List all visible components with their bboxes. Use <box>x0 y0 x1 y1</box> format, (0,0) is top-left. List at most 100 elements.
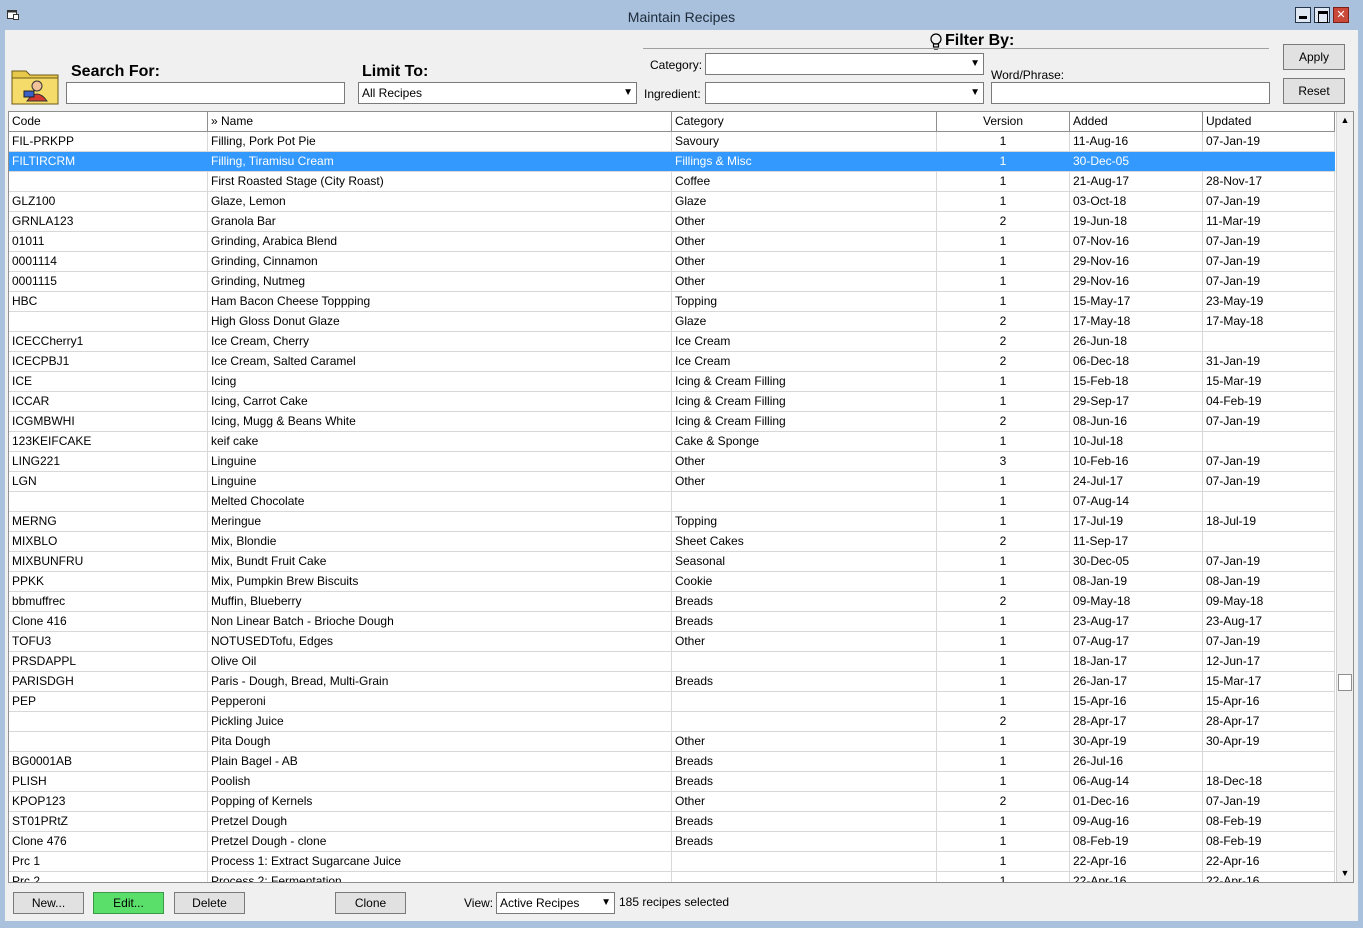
cell-code <box>9 712 208 731</box>
cell-updated: 07-Jan-19 <box>1203 272 1335 291</box>
table-row[interactable]: LING221 Linguine Other 3 10-Feb-16 07-Jan-19 <box>9 452 1335 472</box>
table-row[interactable]: ICGMBWHI Icing, Mugg & Beans White Icing &… <box>9 412 1335 432</box>
table-row[interactable]: Melted Chocolate 1 07-Aug-14 <box>9 492 1335 512</box>
table-row[interactable]: Pita Dough Other 1 30-Apr-19 30-Apr-19 <box>9 732 1335 752</box>
cell-updated: 17-May-18 <box>1203 312 1335 331</box>
cell-category <box>672 652 937 671</box>
table-row[interactable]: FIL-PRKPP Filling, Pork Pot Pie Savoury 1 11… <box>9 132 1335 152</box>
table-row[interactable]: MERNG Meringue Topping 1 17-Jul-19 18-Jul-19 <box>9 512 1335 532</box>
delete-button[interactable]: Delete <box>174 892 245 914</box>
column-header-added[interactable]: Added <box>1070 112 1203 131</box>
cell-added: 07-Aug-14 <box>1070 492 1203 511</box>
table-row[interactable]: 0001115 Grinding, Nutmeg Other 1 29-Nov-16 07… <box>9 272 1335 292</box>
table-row[interactable]: LGN Linguine Other 1 24-Jul-17 07-Jan-19 <box>9 472 1335 492</box>
clone-button[interactable]: Clone <box>335 892 406 914</box>
scroll-down-icon[interactable]: ▼ <box>1337 865 1353 882</box>
table-row[interactable]: ICECPBJ1 Ice Cream, Salted Caramel Ice Cre… <box>9 352 1335 372</box>
table-row[interactable]: TOFU3 NOTUSEDTofu, Edges Other 1 07-Aug-17 07… <box>9 632 1335 652</box>
title-bar[interactable]: Maintain Recipes <box>0 0 1363 30</box>
cell-updated: 07-Jan-19 <box>1203 792 1335 811</box>
cell-version: 2 <box>937 712 1070 731</box>
column-header-version[interactable]: Version <box>937 112 1070 131</box>
word-phrase-input[interactable] <box>991 82 1270 104</box>
scroll-up-icon[interactable]: ▲ <box>1337 112 1353 129</box>
reset-button[interactable]: Reset <box>1283 78 1345 104</box>
cell-added: 11-Aug-16 <box>1070 132 1203 151</box>
cell-updated <box>1203 752 1335 771</box>
edit-button[interactable]: Edit... <box>93 892 164 914</box>
table-row[interactable]: PRSDAPPL Olive Oil 1 18-Jan-17 12-Jun-17 <box>9 652 1335 672</box>
cell-added: 30-Dec-05 <box>1070 152 1203 171</box>
cell-version: 1 <box>937 272 1070 291</box>
cell-name: Meringue <box>208 512 672 531</box>
cell-version: 2 <box>937 592 1070 611</box>
recipes-table: Code » Name Category Version Added Updat… <box>8 111 1354 883</box>
cell-code: FIL-PRKPP <box>9 132 208 151</box>
cell-category: Savoury <box>672 132 937 151</box>
chevron-down-icon: ▼ <box>970 87 980 98</box>
ingredient-dropdown[interactable]: ▼ <box>705 82 984 104</box>
table-row[interactable]: High Gloss Donut Glaze Glaze 2 17-May-18 17-… <box>9 312 1335 332</box>
table-row[interactable]: HBC Ham Bacon Cheese Toppping Topping 1 15-M… <box>9 292 1335 312</box>
table-row[interactable]: Clone 416 Non Linear Batch - Brioche Doug… <box>9 612 1335 632</box>
table-row[interactable]: Prc 2 Process 2: Fermentation 1 22-Apr-16 22… <box>9 872 1335 882</box>
table-row[interactable]: ICE Icing Icing & Cream Filling 1 15-Feb-18 1… <box>9 372 1335 392</box>
cell-updated: 31-Jan-19 <box>1203 352 1335 371</box>
table-row[interactable]: PEP Pepperoni 1 15-Apr-16 15-Apr-16 <box>9 692 1335 712</box>
table-row[interactable]: ST01PRtZ Pretzel Dough Breads 1 09-Aug-16 08-… <box>9 812 1335 832</box>
column-header-updated[interactable]: Updated <box>1203 112 1335 131</box>
cell-version: 1 <box>937 152 1070 171</box>
maximize-button[interactable] <box>1314 7 1330 23</box>
cell-code: HBC <box>9 292 208 311</box>
close-button[interactable] <box>1333 7 1349 23</box>
table-row[interactable]: Prc 1 Process 1: Extract Sugarcane Juice 1… <box>9 852 1335 872</box>
table-row[interactable]: KPOP123 Popping of Kernels Other 2 01-Dec-16… <box>9 792 1335 812</box>
new-button[interactable]: New... <box>13 892 84 914</box>
cell-updated: 07-Jan-19 <box>1203 252 1335 271</box>
table-row[interactable]: PARISDGH Paris - Dough, Bread, Multi-Grai… <box>9 672 1335 692</box>
cell-category: Other <box>672 212 937 231</box>
cell-updated: 07-Jan-19 <box>1203 192 1335 211</box>
table-row[interactable]: MIXBUNFRU Mix, Bundt Fruit Cake Seasonal 1 3… <box>9 552 1335 572</box>
table-row[interactable]: BG0001AB Plain Bagel - AB Breads 1 26-Jul-16 <box>9 752 1335 772</box>
cell-name: Filling, Pork Pot Pie <box>208 132 672 151</box>
cell-added: 15-May-17 <box>1070 292 1203 311</box>
table-row[interactable]: GRNLA123 Granola Bar Other 2 19-Jun-18 11-Mar… <box>9 212 1335 232</box>
cell-updated: 07-Jan-19 <box>1203 472 1335 491</box>
table-row[interactable]: ICCAR Icing, Carrot Cake Icing & Cream Fil… <box>9 392 1335 412</box>
table-row[interactable]: 01011 Grinding, Arabica Blend Other 1 07-Nov… <box>9 232 1335 252</box>
column-header-name[interactable]: » Name <box>208 112 672 131</box>
column-header-code[interactable]: Code <box>9 112 208 131</box>
minimize-button[interactable] <box>1295 7 1311 23</box>
view-dropdown[interactable]: Active Recipes ▼ <box>496 892 615 914</box>
chevron-down-icon: ▼ <box>601 897 611 908</box>
cell-name: Paris - Dough, Bread, Multi-Grain <box>208 672 672 691</box>
cell-updated: 15-Apr-16 <box>1203 692 1335 711</box>
category-dropdown[interactable]: ▼ <box>705 53 984 75</box>
vertical-scrollbar[interactable]: ▲ ▼ <box>1336 112 1353 882</box>
search-input[interactable] <box>66 82 345 104</box>
cell-category: Breads <box>672 592 937 611</box>
limit-dropdown[interactable]: All Recipes ▼ <box>358 82 637 104</box>
table-row[interactable]: PLISH Poolish Breads 1 06-Aug-14 18-Dec-18 <box>9 772 1335 792</box>
table-row[interactable]: GLZ100 Glaze, Lemon Glaze 1 03-Oct-18 07-Jan-… <box>9 192 1335 212</box>
table-row[interactable]: First Roasted Stage (City Roast) Coffee 1 2… <box>9 172 1335 192</box>
apply-button[interactable]: Apply <box>1283 44 1345 70</box>
table-row[interactable]: 123KEIFCAKE keif cake Cake & Sponge 1 10-Jul… <box>9 432 1335 452</box>
table-row[interactable]: PPKK Mix, Pumpkin Brew Biscuits Cookie 1 08-… <box>9 572 1335 592</box>
table-row[interactable]: Clone 476 Pretzel Dough - clone Breads 1 08-… <box>9 832 1335 852</box>
column-header-category[interactable]: Category <box>672 112 937 131</box>
table-row[interactable]: 0001114 Grinding, Cinnamon Other 1 29-Nov-16… <box>9 252 1335 272</box>
cell-added: 15-Feb-18 <box>1070 372 1203 391</box>
table-row[interactable]: Pickling Juice 2 28-Apr-17 28-Apr-17 <box>9 712 1335 732</box>
table-row[interactable]: FILTIRCRM Filling, Tiramisu Cream Fillings… <box>9 152 1335 172</box>
table-row[interactable]: ICECCherry1 Ice Cream, Cherry Ice Cream 2 26… <box>9 332 1335 352</box>
cell-category: Breads <box>672 672 937 691</box>
table-row[interactable]: MIXBLO Mix, Blondie Sheet Cakes 2 11-Sep-17 <box>9 532 1335 552</box>
limit-label: Limit To: <box>362 63 429 80</box>
search-label: Search For: <box>71 63 160 80</box>
cell-version: 1 <box>937 132 1070 151</box>
cell-added: 01-Dec-16 <box>1070 792 1203 811</box>
table-row[interactable]: bbmuffrec Muffin, Blueberry Breads 2 09-May-… <box>9 592 1335 612</box>
scrollbar-thumb[interactable] <box>1338 674 1352 691</box>
